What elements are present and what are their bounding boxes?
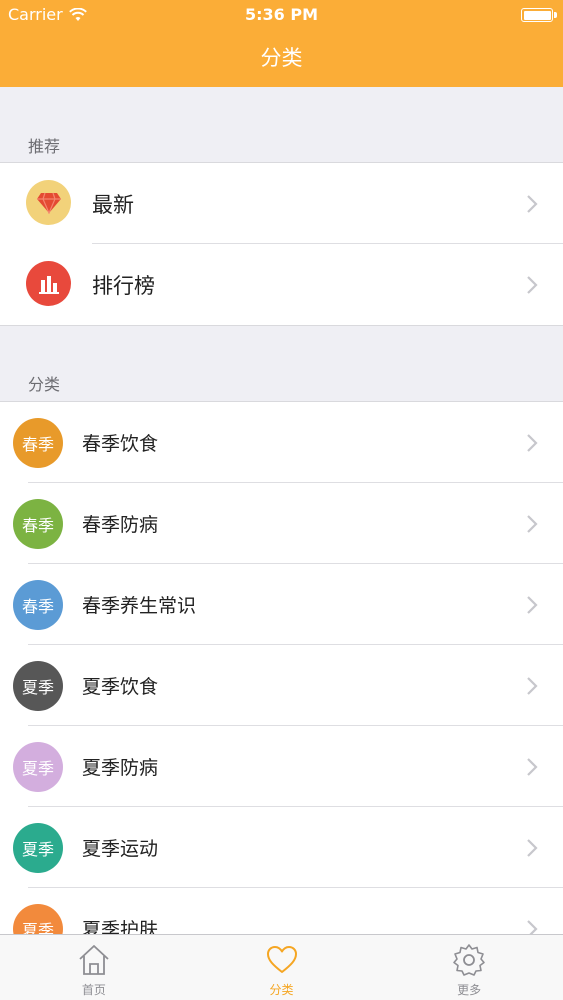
list-item-spring-diet[interactable]: 春季 春季饮食 (0, 402, 563, 483)
tab-label: 分类 (269, 983, 294, 997)
season-badge: 春季 (13, 418, 63, 468)
gear-icon (453, 944, 485, 976)
season-badge: 夏季 (13, 742, 63, 792)
season-badge: 春季 (13, 580, 63, 630)
chevron-right-icon (527, 194, 538, 213)
section-header-category: 分类 (28, 375, 61, 394)
list-item-label: 夏季防病 (82, 757, 159, 779)
chevron-right-icon (527, 838, 538, 857)
list-item-label: 春季防病 (82, 514, 159, 536)
page-title: 分类 (260, 46, 303, 70)
list-item-summer-disease[interactable]: 夏季 夏季防病 (0, 726, 563, 807)
list-item-spring-disease[interactable]: 春季 春季防病 (0, 483, 563, 564)
list-item-summer-diet[interactable]: 夏季 夏季饮食 (0, 645, 563, 726)
category-group: 春季 春季饮食 春季 春季防病 春季 春季养生常识 夏季 夏季饮食 夏季 夏季防… (0, 401, 563, 934)
nav-header: Carrier 5:36 PM 分类 (0, 0, 563, 87)
tab-bar: 首页 分类 更多 (0, 934, 563, 1000)
tab-label: 首页 (81, 983, 106, 997)
season-badge: 夏季 (13, 661, 63, 711)
list-item-summer-skincare[interactable]: 夏季 夏季护肤 (0, 888, 563, 934)
tab-more[interactable]: 更多 (375, 935, 563, 1000)
battery-icon (521, 8, 557, 22)
tab-category[interactable]: 分类 (188, 935, 376, 1000)
list-item-label: 夏季运动 (82, 838, 159, 860)
chevron-right-icon (527, 514, 538, 533)
gem-icon (26, 180, 71, 225)
chevron-right-icon (527, 433, 538, 452)
list-item-label: 春季饮食 (82, 433, 159, 455)
status-bar: Carrier 5:36 PM (0, 0, 563, 30)
home-icon (79, 945, 109, 975)
tab-label: 更多 (457, 983, 482, 997)
recommend-group: 最新 排行榜 (0, 162, 563, 326)
chevron-right-icon (527, 676, 538, 695)
section-header-recommend: 推荐 (28, 137, 61, 156)
list-item-label: 夏季护肤 (82, 919, 159, 934)
chevron-right-icon (527, 919, 538, 934)
season-badge: 夏季 (13, 904, 63, 934)
season-badge: 夏季 (13, 823, 63, 873)
category-list[interactable]: 推荐 最新 排行榜 分类 春季 春季饮食 春季 春季防病 春季 春季养生常识 夏… (0, 87, 563, 934)
chevron-right-icon (527, 757, 538, 776)
list-item-label: 排行榜 (92, 273, 155, 298)
list-item-label: 最新 (92, 192, 134, 217)
list-item-latest[interactable]: 最新 (0, 163, 563, 244)
chevron-right-icon (527, 275, 538, 294)
chevron-right-icon (527, 595, 538, 614)
bar-chart-icon (26, 261, 71, 306)
tab-home[interactable]: 首页 (0, 935, 188, 1000)
list-item-ranking[interactable]: 排行榜 (0, 244, 563, 325)
list-item-spring-health[interactable]: 春季 春季养生常识 (0, 564, 563, 645)
status-time: 5:36 PM (244, 5, 318, 24)
list-item-label: 夏季饮食 (82, 676, 159, 698)
list-item-summer-exercise[interactable]: 夏季 夏季运动 (0, 807, 563, 888)
season-badge: 春季 (13, 499, 63, 549)
list-item-label: 春季养生常识 (82, 595, 197, 617)
heart-icon (266, 946, 297, 973)
